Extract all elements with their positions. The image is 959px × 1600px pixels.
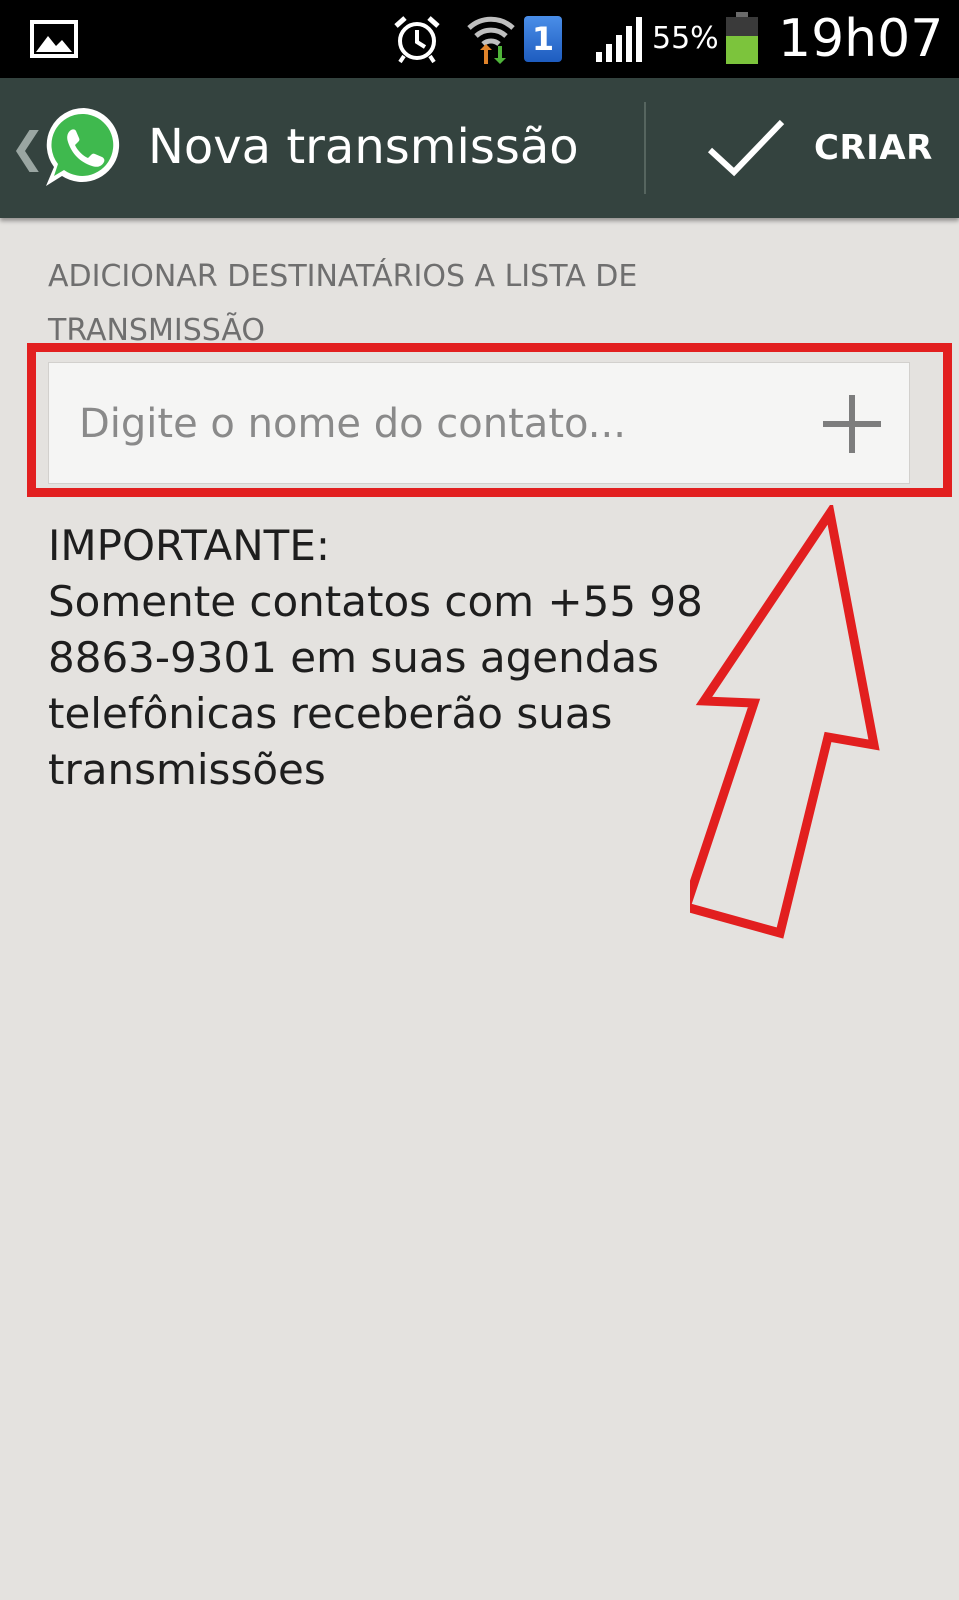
screen-title: Nova transmissão [148, 119, 579, 175]
status-bar: 1 55% 19h07 [0, 0, 959, 78]
important-line: telefônicas receberão suas [48, 689, 613, 738]
signal-icon [596, 17, 642, 62]
battery-percent: 55% [652, 21, 719, 56]
contact-search-field[interactable] [48, 362, 910, 484]
clock: 19h07 [778, 9, 944, 69]
gallery-icon [30, 20, 78, 58]
add-contact-plus-icon[interactable] [819, 391, 885, 457]
contact-name-input[interactable] [77, 393, 761, 455]
section-label: ADICIONAR DESTINATÁRIOS A LISTA DE TRANS… [48, 250, 908, 358]
section-label-line: ADICIONAR DESTINATÁRIOS A LISTA DE [48, 259, 638, 294]
wifi-icon [467, 16, 515, 64]
important-line: 8863-9301 em suas agendas [48, 633, 659, 682]
important-line: Somente contatos com +55 98 [48, 577, 703, 626]
notification-badge: 1 [524, 16, 562, 62]
important-line: transmissões [48, 745, 326, 794]
create-button-label: CRIAR [814, 128, 933, 168]
section-label-line: TRANSMISSÃO [48, 313, 265, 348]
back-chevron-icon[interactable]: ❮ [10, 126, 45, 170]
action-bar-divider [644, 102, 646, 194]
battery-icon [726, 12, 758, 64]
important-notice: IMPORTANTE: Somente contatos com +55 98 … [48, 518, 768, 798]
important-line: IMPORTANTE: [48, 521, 331, 570]
whatsapp-logo-icon[interactable] [42, 104, 126, 190]
alarm-icon [394, 16, 440, 64]
create-button[interactable]: CRIAR [650, 78, 959, 218]
check-icon [707, 119, 785, 177]
action-bar: ❮ Nova transmissão CRIAR [0, 78, 959, 218]
